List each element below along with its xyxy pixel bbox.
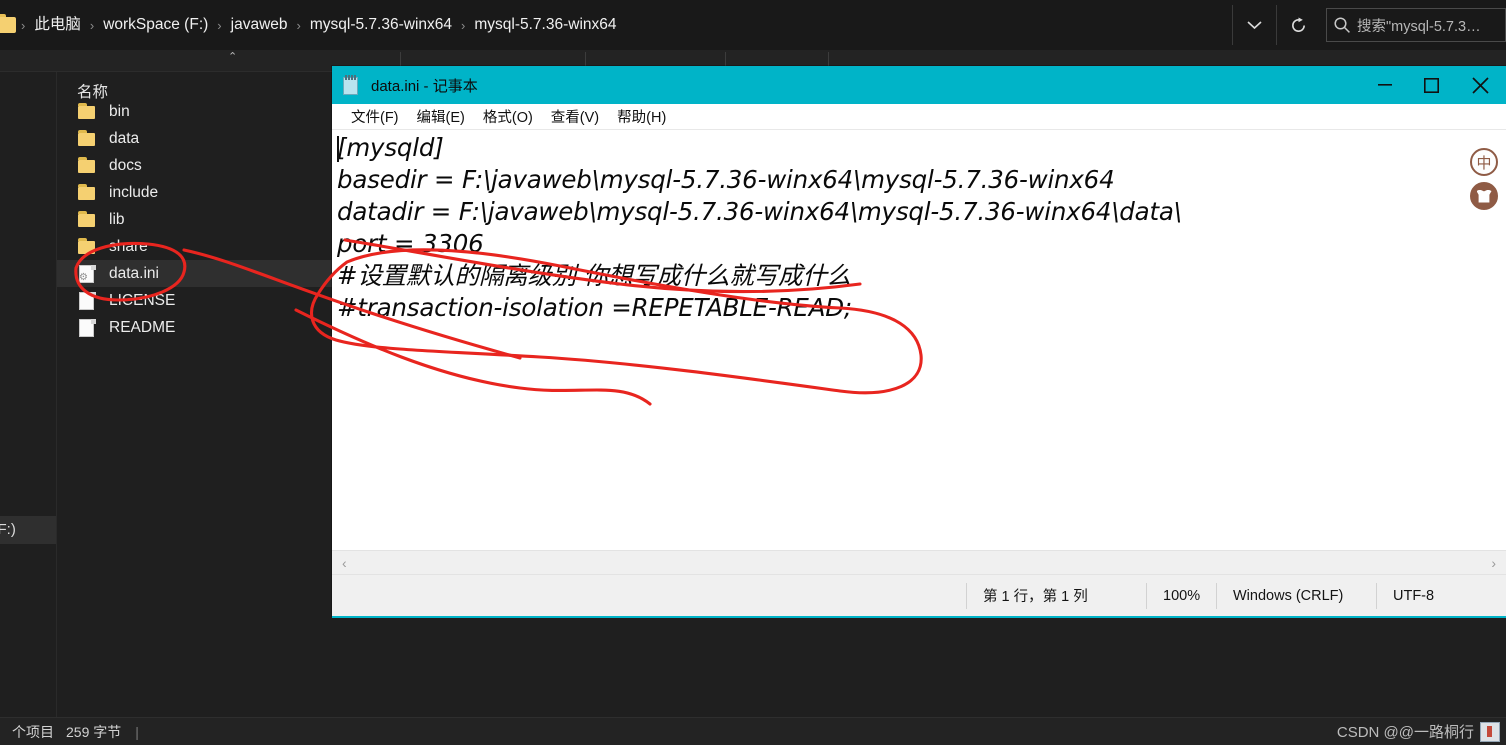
search-input[interactable]: 搜索"mysql-5.7.3…	[1326, 8, 1506, 42]
notepad-title-bar[interactable]: data.ini - 记事本	[332, 66, 1506, 104]
watermark-text: CSDN @@一路桐行	[1336, 724, 1474, 741]
breadcrumb-separator: ›	[217, 17, 222, 33]
text-line-3: port = 3306	[337, 229, 484, 258]
breadcrumb-item-2[interactable]: javaweb	[225, 0, 294, 50]
breadcrumb-separator: ›	[21, 17, 26, 33]
csdn-watermark: CSDN @@一路桐行	[1337, 721, 1500, 742]
text-line-5: #transaction-isolation =REPETABLE-READ;	[337, 293, 852, 322]
breadcrumb-separator: ›	[461, 17, 466, 33]
folder-icon	[77, 183, 97, 203]
breadcrumb-separator: ›	[296, 17, 301, 33]
file-name: README	[109, 318, 176, 336]
breadcrumb-item-3[interactable]: mysql-5.7.36-winx64	[304, 0, 458, 50]
navigation-pane: C:) e (F:)	[0, 72, 57, 717]
notepad-icon	[342, 74, 362, 97]
address-bar-actions: 搜索"mysql-5.7.3…	[1232, 0, 1506, 50]
document-icon	[77, 291, 97, 311]
minimize-button[interactable]	[1362, 66, 1408, 104]
search-icon	[1333, 16, 1351, 34]
breadcrumb-item-0[interactable]: 此电脑	[28, 0, 87, 50]
folder-icon	[77, 210, 97, 230]
ini-file-icon: ⚙	[77, 264, 97, 284]
zoom-level-label[interactable]: 100%	[1146, 582, 1216, 609]
notepad-text-area[interactable]: [mysqld] basedir = F:\javaweb\mysql-5.7.…	[332, 130, 1506, 568]
cursor-position-label: 第 1 行，第 1 列	[966, 582, 1146, 609]
chevron-down-icon[interactable]	[1232, 5, 1276, 45]
maximize-button[interactable]	[1408, 66, 1454, 104]
menu-file[interactable]: 文件(F)	[342, 106, 408, 127]
window-title: data.ini - 记事本	[371, 77, 478, 95]
file-name: data.ini	[109, 264, 159, 282]
ime-toolbar: 中	[1470, 148, 1500, 216]
sort-ascending-icon: ⌃	[228, 51, 238, 63]
breadcrumb-item-1[interactable]: workSpace (F:)	[97, 0, 214, 50]
status-divider: |	[135, 723, 139, 740]
text-line-4: #设置默认的隔离级别 你想写成什么就写成什么	[337, 261, 851, 290]
menu-help[interactable]: 帮助(H)	[608, 106, 675, 127]
file-name: docs	[109, 156, 142, 174]
file-name: share	[109, 237, 148, 255]
nav-item-drive-f[interactable]: e (F:)	[0, 516, 56, 544]
nav-item-drive-c[interactable]: C:)	[0, 370, 56, 398]
close-button[interactable]	[1454, 66, 1506, 104]
horizontal-scrollbar[interactable]: ‹ ›	[332, 550, 1506, 574]
notepad-status-bar: 第 1 行，第 1 列 100% Windows (CRLF) UTF-8	[332, 574, 1506, 618]
screen: › 此电脑 › workSpace (F:) › javaweb › mysql…	[0, 0, 1506, 745]
folder-icon	[77, 129, 97, 149]
watermark-badge-icon	[1480, 722, 1500, 742]
file-name: data	[109, 129, 140, 147]
menu-format[interactable]: 格式(O)	[474, 106, 542, 127]
total-size-label: 259 字节	[66, 723, 122, 740]
encoding-label[interactable]: UTF-8	[1376, 582, 1506, 609]
address-bar: › 此电脑 › workSpace (F:) › javaweb › mysql…	[0, 0, 1506, 50]
text-line-2: datadir = F:\javaweb\mysql-5.7.36-winx64…	[337, 197, 1182, 226]
scroll-right-icon[interactable]: ›	[1481, 555, 1506, 571]
menu-edit[interactable]: 编辑(E)	[408, 106, 474, 127]
folder-icon	[77, 102, 97, 122]
ime-skin-shirt-icon[interactable]	[1470, 182, 1498, 210]
window-accent-edge	[332, 616, 1506, 618]
breadcrumb-item-4[interactable]: mysql-5.7.36-winx64	[468, 0, 622, 50]
folder-icon	[0, 10, 18, 40]
menu-view[interactable]: 查看(V)	[542, 106, 608, 127]
file-name: include	[109, 183, 159, 201]
text-line-1: basedir = F:\javaweb\mysql-5.7.36-winx64…	[337, 165, 1115, 194]
folder-icon	[77, 237, 97, 257]
breadcrumb: › 此电脑 › workSpace (F:) › javaweb › mysql…	[18, 0, 623, 50]
folder-icon	[77, 156, 97, 176]
refresh-icon[interactable]	[1276, 5, 1320, 45]
file-name: bin	[109, 102, 130, 120]
scroll-left-icon[interactable]: ‹	[332, 555, 357, 571]
search-placeholder: 搜索"mysql-5.7.3…	[1357, 18, 1481, 35]
document-icon	[77, 318, 97, 338]
notepad-window: data.ini - 记事本 文件(F) 编辑(E) 格式(O) 查看(V) 帮…	[332, 66, 1506, 618]
text-line-0: [mysqld]	[337, 133, 444, 162]
file-name: lib	[109, 210, 125, 228]
item-count-label: 个项目	[12, 723, 54, 740]
notepad-menu-bar: 文件(F) 编辑(E) 格式(O) 查看(V) 帮助(H)	[332, 104, 1506, 130]
window-controls	[1362, 66, 1506, 104]
file-name: LICENSE	[109, 291, 176, 309]
breadcrumb-separator: ›	[89, 17, 95, 33]
line-ending-label[interactable]: Windows (CRLF)	[1216, 582, 1376, 609]
ime-chinese-icon[interactable]: 中	[1470, 148, 1498, 176]
explorer-status-bar: 个项目 259 字节 | CSDN @@一路桐行	[0, 717, 1506, 745]
text-caret	[337, 136, 339, 162]
